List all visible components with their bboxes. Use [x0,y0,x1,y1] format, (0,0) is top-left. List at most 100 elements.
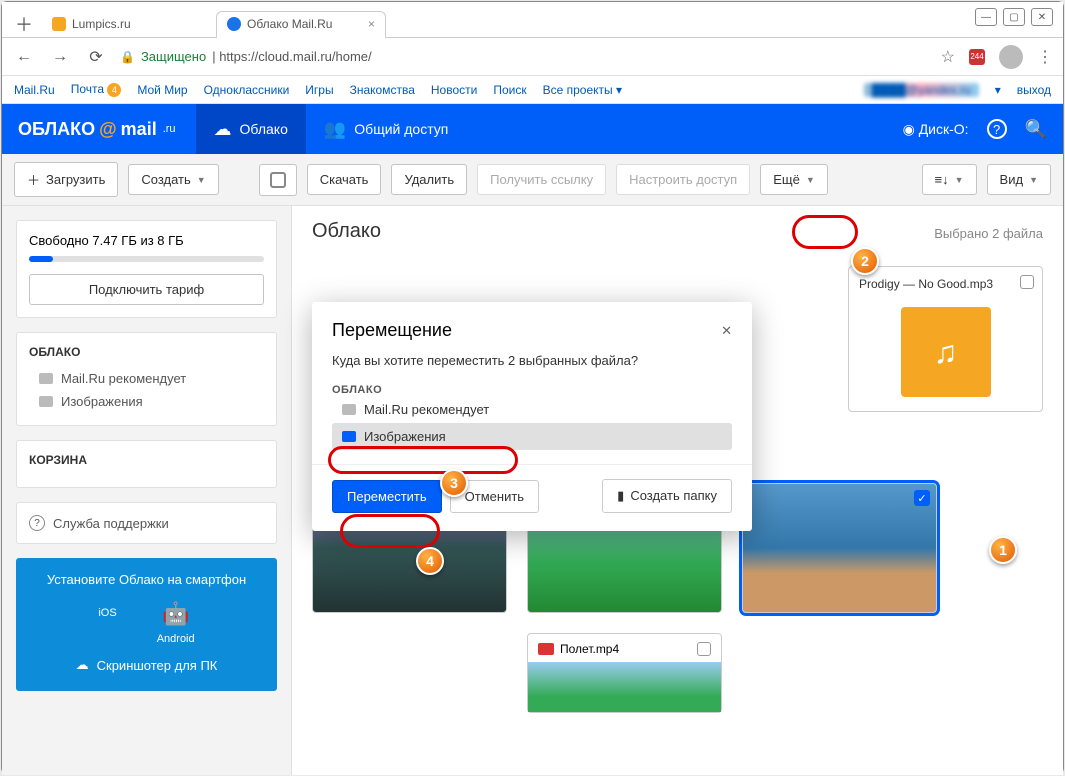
close-tab-icon[interactable]: × [368,17,375,31]
view-button[interactable]: Вид▼ [987,164,1051,195]
quota-bar [29,256,264,262]
file-checkbox[interactable] [697,642,711,656]
image-thumb-selected[interactable]: ✓ [742,483,937,613]
delete-button[interactable]: Удалить [391,164,467,195]
move-button[interactable]: Переместить [332,480,442,513]
chevron-down-icon: ▼ [955,175,964,185]
android-icon: 🤖 [162,601,189,627]
callout-3: 3 [440,469,468,497]
sidebar-cloud-section: ОБЛАКО Mail.Ru рекомендует Изображения [16,332,277,426]
nav-forward-button[interactable]: → [48,45,72,69]
mobile-promo: Установите Облако на смартфон iOS 🤖Andro… [16,558,277,691]
download-button[interactable]: Скачать [307,164,382,195]
portal-link[interactable]: Мой Мир [137,83,187,97]
file-name: Полет.mp4 [560,642,619,656]
browser-menu-icon[interactable]: ⋮ [1037,47,1053,67]
promo-title: Установите Облако на смартфон [28,572,265,587]
music-thumb-icon: ♫ [901,307,991,397]
more-button[interactable]: Ещё▼ [760,164,828,195]
new-tab-button[interactable]: ＋ [10,10,38,38]
dialog-tree-item-images[interactable]: Изображения [332,423,732,450]
app-tab-cloud[interactable]: ☁ Облако [196,104,306,154]
tab-cloud-mailru[interactable]: Облако Mail.Ru × [216,11,386,39]
nav-back-button[interactable]: ← [12,45,36,69]
star-icon[interactable]: ☆ [941,47,955,67]
select-all-checkbox[interactable] [259,164,297,196]
user-email[interactable]: ████@yandex.ru [864,83,979,97]
dialog-section-title: ОБЛАКО [332,384,732,396]
file-card-video[interactable]: Полет.mp4 [527,633,722,713]
nav-reload-button[interactable]: ⟳ [84,45,108,69]
sidebar-item-images[interactable]: Изображения [29,390,264,413]
at-icon: @ [99,119,117,140]
question-icon: ? [29,515,45,531]
browser-tab-strip: ＋ Lumpics.ru Облако Mail.Ru × [2,2,1063,38]
file-card-mp3[interactable]: Prodigy — No Good.mp3 ♫ [848,266,1043,412]
folder-icon: ▮ [617,488,624,503]
portal-link[interactable]: Mail.Ru [14,83,55,97]
app-tab-shared[interactable]: 👥 Общий доступ [306,104,466,154]
portal-link[interactable]: Поиск [493,83,526,97]
portal-header: Mail.Ru Почта 4 Мой Мир Одноклассники Иг… [2,76,1063,104]
support-link[interactable]: ? Служба поддержки [16,502,277,544]
sort-button[interactable]: ≡↓▼ [922,164,977,195]
video-thumb [528,662,721,712]
portal-link[interactable]: Игры [305,83,333,97]
tab-label: Облако Mail.Ru [247,17,362,31]
file-name: Prodigy — No Good.mp3 [859,277,1032,291]
portal-link[interactable]: Новости [431,83,477,97]
video-icon [538,643,554,655]
tab-label: Lumpics.ru [72,17,202,31]
dialog-question: Куда вы хотите переместить 2 выбранных ф… [332,353,732,368]
upload-button[interactable]: ＋Загрузить [14,162,118,197]
promo-pc[interactable]: ☁Скриншотер для ПК [28,657,265,673]
portal-link[interactable]: Знакомства [350,83,415,97]
close-window-button[interactable]: ✕ [1031,8,1053,26]
mail-badge: 4 [107,83,121,97]
search-icon[interactable]: 🔍 [1025,119,1047,140]
profile-avatar[interactable] [999,45,1023,69]
address-bar-row: ← → ⟳ 🔒 Защищено | https://cloud.mail.ru… [2,38,1063,76]
chevron-down-icon: ▼ [197,175,206,185]
portal-link[interactable]: Почта [71,82,104,96]
access-button[interactable]: Настроить доступ [616,164,750,195]
quota-card: Свободно 7.47 ГБ из 8 ГБ Подключить тари… [16,220,277,318]
dialog-tree-item-recommended[interactable]: Mail.Ru рекомендует [332,396,732,423]
disko-button[interactable]: ◉ Диск-О: [903,121,969,138]
dialog-title: Перемещение [332,320,452,341]
promo-android[interactable]: 🤖Android [157,601,195,645]
dialog-close-icon[interactable]: ✕ [721,323,732,339]
file-checkbox[interactable] [1020,275,1034,289]
promo-ios[interactable]: iOS [98,601,116,645]
tab-lumpics[interactable]: Lumpics.ru [42,10,212,38]
logo-text: mail [121,119,157,140]
lock-icon: 🔒 [120,50,135,64]
folder-icon [39,396,53,407]
create-folder-button[interactable]: ▮Создать папку [602,479,732,513]
selected-check-icon[interactable]: ✓ [914,490,930,506]
app-tab-label: Общий доступ [354,121,448,137]
portal-link[interactable]: Одноклассники [204,83,290,97]
address-bar[interactable]: 🔒 Защищено | https://cloud.mail.ru/home/ [120,49,929,64]
minimize-button[interactable]: — [975,8,997,26]
chevron-down-icon: ▼ [806,175,815,185]
favicon-icon [227,17,241,31]
get-link-button[interactable]: Получить ссылку [477,164,606,195]
folder-icon [39,373,53,384]
upgrade-tariff-button[interactable]: Подключить тариф [29,274,264,305]
chevron-down-icon: ▼ [1029,175,1038,185]
section-title: ОБЛАКО [29,345,264,359]
sidebar-item-recommended[interactable]: Mail.Ru рекомендует [29,367,264,390]
portal-link[interactable]: Все проекты ▾ [543,83,622,97]
app-header: ОБЛАКО@mail.ru ☁ Облако 👥 Общий доступ ◉… [2,104,1063,154]
app-logo[interactable]: ОБЛАКО@mail.ru [18,119,176,140]
maximize-button[interactable]: ▢ [1003,8,1025,26]
create-button[interactable]: Создать▼ [128,164,218,195]
logo-domain: .ru [163,123,176,135]
logout-link[interactable]: выход [1017,83,1051,97]
help-icon[interactable]: ? [987,119,1007,139]
sidebar-trash-section[interactable]: КОРЗИНА [16,440,277,488]
url-host: | https://cloud.mail.ru/home/ [212,49,371,64]
extension-badge[interactable]: 244 [969,49,985,65]
user-dropdown-icon[interactable]: ▾ [995,83,1001,97]
